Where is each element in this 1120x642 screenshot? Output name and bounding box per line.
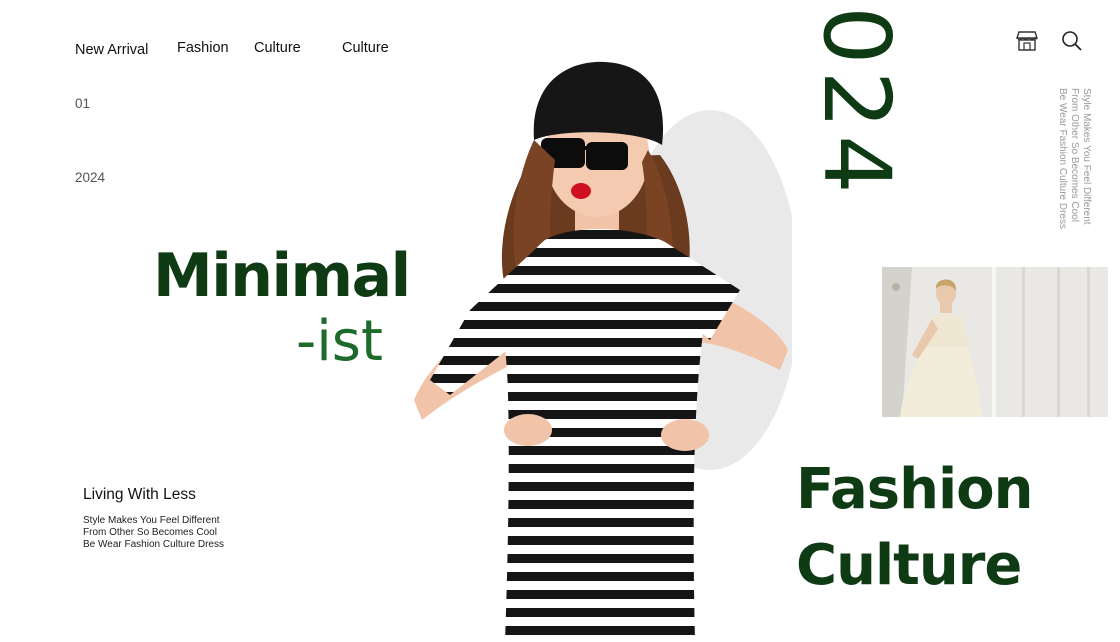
headline-minimal: Minimal [153, 241, 411, 311]
side-vertical-text: Style Makes You Feel Different From Othe… [1056, 88, 1092, 229]
search-icon-graphic [1062, 31, 1082, 51]
side-text-line: Be Wear Fashion Culture Dress [1057, 88, 1068, 229]
store-icon-graphic [1016, 31, 1038, 51]
hero-image[interactable] [410, 50, 792, 642]
living-title: Living With Less [83, 486, 196, 503]
nav-item-new-arrival[interactable]: New Arrival [75, 42, 148, 58]
thumbnail-image[interactable] [882, 267, 1108, 417]
vertical-year-text: 024 [803, 6, 910, 200]
living-description: Style Makes You Feel Different From Othe… [83, 515, 283, 551]
side-text-line: From Other So Becomes Cool [1069, 88, 1080, 222]
search-icon[interactable] [1061, 30, 1087, 54]
nav-item-culture[interactable]: Culture [254, 40, 301, 56]
feature-title-line-1: Fashion [796, 457, 1033, 522]
living-line: From Other So Becomes Cool [83, 527, 217, 538]
feature-title: Fashion Culture [796, 452, 1033, 604]
feature-title-line-2: Culture [796, 533, 1022, 598]
headline-ist: -ist [296, 309, 383, 374]
nav-item-culture-2[interactable]: Culture [342, 40, 389, 56]
store-icon[interactable] [1015, 30, 1041, 54]
slide-number: 01 [75, 96, 91, 111]
nav-item-fashion[interactable]: Fashion [177, 40, 229, 56]
hero-model-illustration [414, 61, 792, 642]
vertical-year: 024 [790, 0, 910, 240]
side-text-line: Style Makes You Feel Different [1081, 88, 1092, 225]
living-line: Be Wear Fashion Culture Dress [83, 539, 224, 550]
thumbnail-gown-illustration [882, 267, 1108, 417]
year-label: 2024 [75, 170, 106, 185]
living-line: Style Makes You Feel Different [83, 515, 220, 526]
